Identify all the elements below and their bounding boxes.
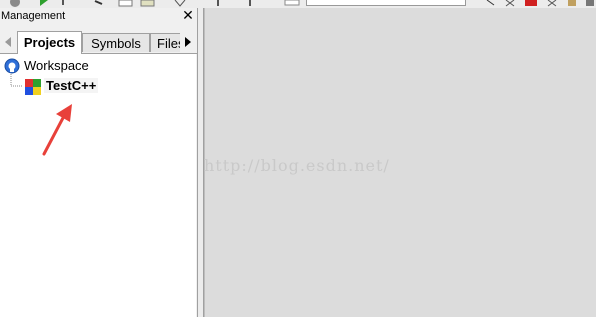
tab-strip: Projects Symbols Files — [0, 30, 197, 54]
project-icon — [25, 79, 41, 95]
toolbar-tools-icon[interactable] — [8, 0, 22, 8]
close-icon[interactable]: ✕ — [181, 8, 195, 24]
toolbar-icon[interactable] — [60, 0, 66, 8]
annotation-arrow — [42, 104, 72, 156]
panel-title: Management — [1, 10, 66, 22]
watermark-text: http://blog.esdn.net/ — [204, 156, 390, 175]
toolbar-icon[interactable] — [94, 0, 104, 8]
management-panel: Management ✕ Projects Symbols Files Work… — [0, 8, 198, 317]
project-label: TestC++ — [44, 78, 99, 93]
toolbar-icon[interactable] — [566, 0, 578, 8]
toolbar-icon[interactable] — [546, 0, 558, 8]
toolbar-icon[interactable] — [172, 0, 188, 8]
toolbar-icon[interactable] — [504, 0, 516, 8]
tab-files[interactable]: Files — [150, 33, 180, 52]
run-icon[interactable] — [38, 0, 50, 8]
toolbar-combo[interactable] — [306, 0, 466, 6]
panel-splitter[interactable] — [197, 8, 204, 317]
toolbar-icon[interactable] — [246, 0, 254, 8]
toolbar-icon[interactable] — [214, 0, 222, 8]
toolbar-red-icon[interactable] — [524, 0, 538, 8]
workspace-label: Workspace — [24, 58, 89, 73]
chevron-right-icon[interactable] — [182, 34, 194, 50]
chevron-left-icon[interactable] — [2, 34, 14, 50]
toolbar-icon[interactable] — [118, 0, 134, 8]
tab-symbols[interactable]: Symbols — [82, 33, 150, 52]
project-tree: Workspace TestC++ — [0, 54, 196, 317]
toolbar-icon[interactable] — [486, 0, 496, 8]
tab-projects[interactable]: Projects — [17, 31, 82, 54]
toolbar-icon[interactable] — [584, 0, 596, 8]
toolbar-icon[interactable] — [140, 0, 156, 8]
panel-header: Management ✕ — [0, 8, 197, 26]
workspace-icon — [4, 58, 20, 74]
toolbar-icon[interactable] — [284, 0, 302, 8]
